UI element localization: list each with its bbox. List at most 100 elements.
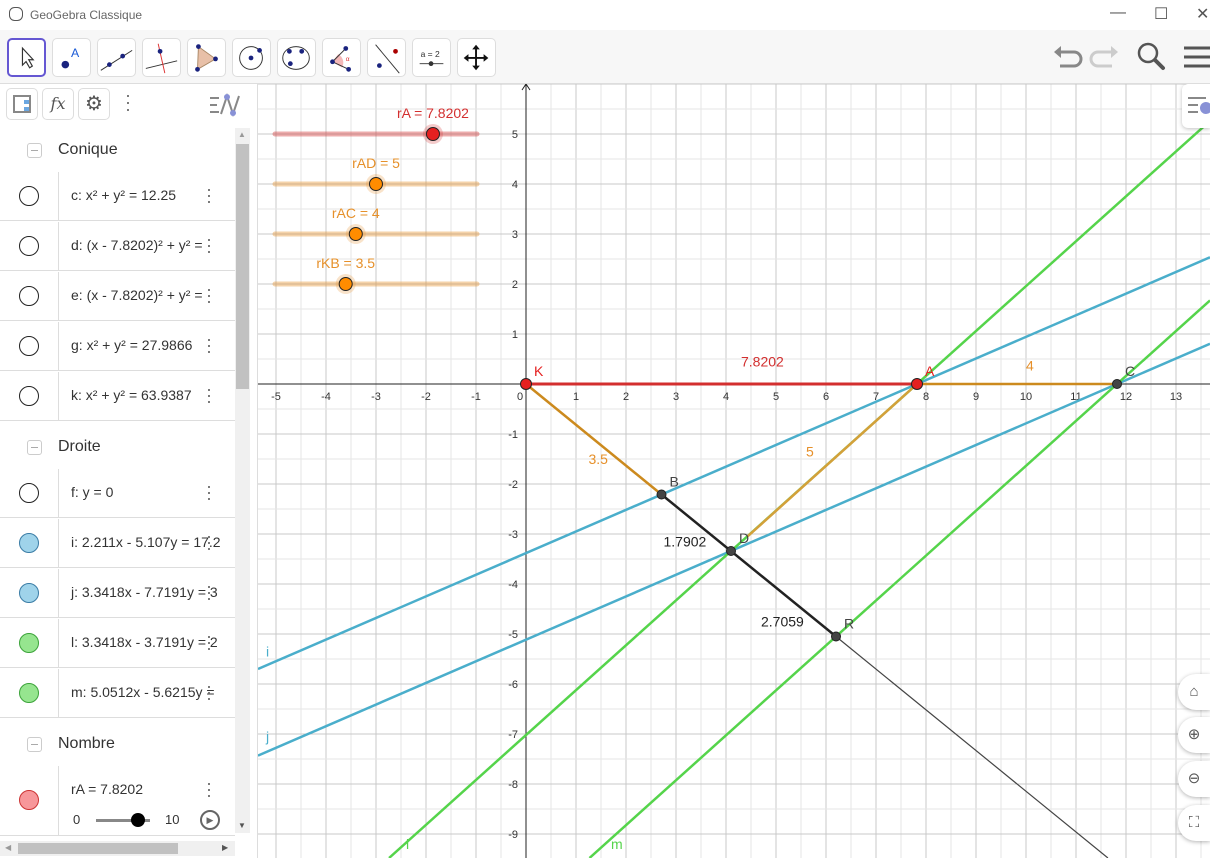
expression[interactable]: i: 2.211x - 5.107y = 17.2: [71, 534, 221, 550]
more-options-icon[interactable]: · · ·: [205, 774, 213, 804]
section-header[interactable]: Nombre: [0, 724, 235, 764]
algebra-item[interactable]: j: 3.3418x - 7.7191y = 3 · · ·: [0, 569, 235, 618]
settings-gear-icon[interactable]: ⚙: [78, 88, 110, 120]
more-options-icon[interactable]: · · ·: [205, 527, 213, 557]
algebra-item[interactable]: d: (x - 7.8202)² + y² = · · ·: [0, 222, 235, 271]
visibility-toggle[interactable]: [19, 583, 39, 603]
expression[interactable]: j: 3.3418x - 7.7191y = 3: [71, 584, 218, 600]
algebra-item[interactable]: l: 3.3418x - 3.7191y = 2 · · ·: [0, 619, 235, 668]
zoom-out-button[interactable]: ⊖: [1178, 761, 1210, 797]
visibility-toggle[interactable]: [19, 683, 39, 703]
more-options-icon[interactable]: · · ·: [205, 677, 213, 707]
algebra-item[interactable]: m: 5.0512x - 5.6215y = · · ·: [0, 669, 235, 718]
line-tool-button[interactable]: [97, 38, 136, 77]
collapse-icon[interactable]: [27, 737, 42, 752]
expression[interactable]: f: y = 0: [71, 484, 113, 500]
sort-style-icon[interactable]: [208, 92, 242, 118]
algebra-item[interactable]: e: (x - 7.8202)² + y² = · · ·: [0, 272, 235, 321]
style-bar-toggle-button[interactable]: [1182, 84, 1210, 128]
redo-button[interactable]: [1088, 40, 1122, 74]
visibility-toggle[interactable]: [19, 633, 39, 653]
scroll-left-icon[interactable]: ◀: [5, 843, 11, 852]
visibility-toggle[interactable]: [19, 790, 39, 810]
point-A[interactable]: [911, 378, 924, 390]
vertical-scrollbar[interactable]: ▲ ▼: [235, 128, 250, 833]
expression[interactable]: g: x² + y² = 27.9866: [71, 337, 192, 353]
expression[interactable]: c: x² + y² = 12.25: [71, 187, 176, 203]
horizontal-scrollbar[interactable]: ◀ ▶: [0, 841, 235, 856]
point-C[interactable]: [1112, 379, 1123, 389]
expression[interactable]: d: (x - 7.8202)² + y² =: [71, 237, 203, 253]
more-options-icon[interactable]: · · ·: [125, 86, 131, 118]
more-options-icon[interactable]: · · ·: [205, 577, 213, 607]
expression[interactable]: m: 5.0512x - 5.6215y =: [71, 684, 215, 700]
point-B[interactable]: [656, 489, 667, 500]
point-D[interactable]: [726, 546, 736, 556]
slider-knob[interactable]: [131, 813, 146, 827]
maximize-button[interactable]: ☐: [1154, 4, 1168, 24]
slider-knob[interactable]: [348, 227, 363, 241]
slider-knob[interactable]: [425, 127, 440, 141]
scroll-down-icon[interactable]: ▼: [238, 821, 246, 830]
more-options-icon[interactable]: · · ·: [205, 477, 213, 507]
collapse-icon[interactable]: [27, 143, 42, 158]
conic-tool-button[interactable]: [277, 38, 316, 77]
algebra-item[interactable]: i: 2.211x - 5.107y = 17.2 · · ·: [0, 519, 235, 568]
zoom-in-button[interactable]: ⊕: [1178, 717, 1210, 753]
play-icon[interactable]: ▶: [200, 810, 220, 830]
visibility-toggle[interactable]: [19, 336, 39, 356]
polygon-tool-button[interactable]: [187, 38, 226, 77]
visibility-toggle[interactable]: [19, 236, 39, 256]
scroll-right-icon[interactable]: ▶: [222, 843, 228, 852]
section-header[interactable]: Droite: [0, 427, 235, 467]
more-options-icon[interactable]: · · ·: [205, 180, 213, 210]
search-button[interactable]: [1134, 40, 1168, 74]
slider-knob[interactable]: [369, 177, 383, 191]
move-graphics-view-button[interactable]: [457, 38, 496, 77]
scroll-up-icon[interactable]: ▲: [238, 130, 246, 139]
expression[interactable]: l: 3.3418x - 3.7191y = 2: [71, 634, 218, 650]
algebra-item[interactable]: f: y = 0 · · ·: [0, 469, 235, 518]
visibility-toggle[interactable]: [19, 286, 39, 306]
visibility-toggle[interactable]: [19, 386, 39, 406]
fullscreen-button[interactable]: ⛶: [1178, 805, 1210, 841]
point-R[interactable]: [831, 631, 841, 642]
point-tool-button[interactable]: A: [52, 38, 91, 77]
graphics-canvas[interactable]: -5 -4 -3 -2 -1 0 1 2 3 4 5 6 7 8 9 10 11 12 1354321-1-2-3-…: [258, 84, 1210, 858]
visibility-toggle[interactable]: [19, 533, 39, 553]
slider-knob[interactable]: [338, 277, 353, 291]
circle-tool-button[interactable]: [232, 38, 271, 77]
visibility-toggle[interactable]: [19, 186, 39, 206]
minimize-button[interactable]: —: [1110, 4, 1126, 22]
move-tool-button[interactable]: [7, 38, 46, 77]
more-options-icon[interactable]: · · ·: [205, 230, 213, 260]
graphics-view[interactable]: -5 -4 -3 -2 -1 0 1 2 3 4 5 6 7 8 9 10 11 12 13 5 4 3 2 1 -1 -2 -3-…: [258, 84, 1210, 858]
more-options-icon[interactable]: · · ·: [205, 280, 213, 310]
algebra-item[interactable]: c: x² + y² = 12.25 · · ·: [0, 172, 235, 221]
expression[interactable]: e: (x - 7.8202)² + y² =: [71, 287, 203, 303]
collapse-icon[interactable]: [27, 440, 42, 455]
angle-tool-button[interactable]: α: [322, 38, 361, 77]
algebra-view-toggle-button[interactable]: [6, 88, 38, 120]
more-options-icon[interactable]: · · ·: [205, 627, 213, 657]
main-menu-button[interactable]: [1182, 40, 1210, 74]
perpendicular-line-tool-button[interactable]: [142, 38, 181, 77]
scrollbar-thumb[interactable]: [18, 843, 178, 854]
expression[interactable]: rA = 7.8202: [71, 781, 143, 797]
undo-button[interactable]: [1050, 40, 1084, 74]
slider-tool-button[interactable]: a = 2: [412, 38, 451, 77]
close-button[interactable]: ✕: [1196, 4, 1209, 24]
scrollbar-thumb[interactable]: [236, 144, 249, 389]
input-bar-button[interactable]: fx: [42, 88, 74, 120]
more-options-icon[interactable]: · · ·: [205, 330, 213, 360]
expression[interactable]: k: x² + y² = 63.9387: [71, 387, 192, 403]
algebra-item[interactable]: k: x² + y² = 63.9387 · · ·: [0, 372, 235, 421]
home-view-button[interactable]: ⌂: [1178, 674, 1210, 710]
more-options-icon[interactable]: · · ·: [205, 380, 213, 410]
section-header[interactable]: Conique: [0, 130, 235, 170]
reflect-tool-button[interactable]: [367, 38, 406, 77]
algebra-item[interactable]: rA = 7.8202 · · · 0 10 ▶: [0, 766, 235, 836]
point-K[interactable]: [520, 378, 532, 390]
visibility-toggle[interactable]: [19, 483, 39, 503]
algebra-item[interactable]: g: x² + y² = 27.9866 · · ·: [0, 322, 235, 371]
